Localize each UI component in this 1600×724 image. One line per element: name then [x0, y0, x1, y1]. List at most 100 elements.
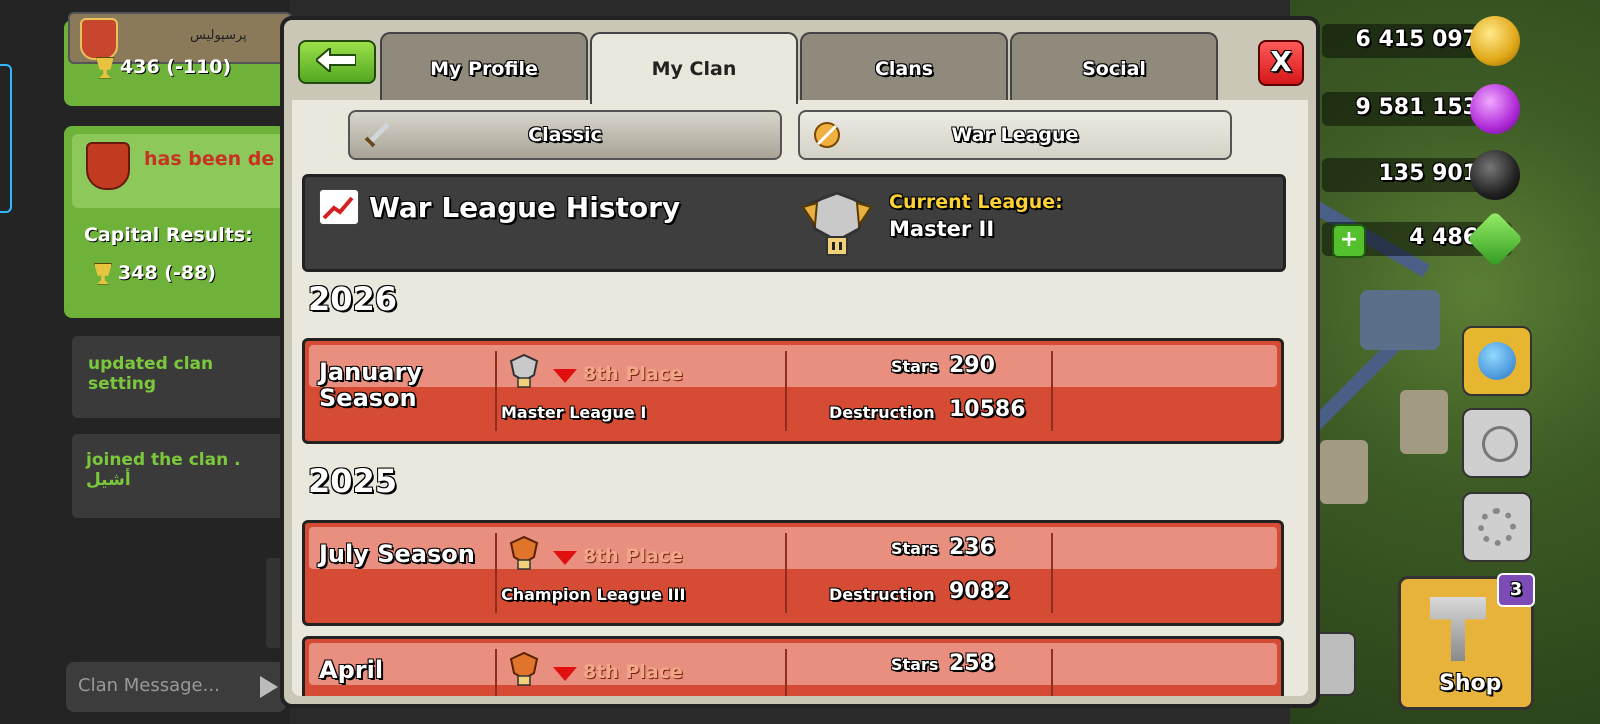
season-name: April — [319, 656, 384, 684]
gem-icon — [1466, 210, 1524, 268]
clan-chat-panel: پرسپولیس 436 (-110) has been de Capital … — [0, 0, 292, 724]
edit-layout-button[interactable] — [1462, 408, 1532, 478]
subtab-war-league[interactable]: War League — [798, 110, 1232, 160]
tab-label: Clans — [874, 58, 934, 80]
subtab-classic[interactable]: Classic — [348, 110, 782, 160]
chat-message-joined: joined the clan . أشيل — [72, 434, 286, 518]
war-league-history-header: War League History Current League: Maste… — [302, 174, 1286, 272]
rank-down-icon — [553, 551, 577, 565]
clan-building — [1360, 290, 1440, 350]
shop-button[interactable]: Shop 3 — [1398, 573, 1535, 710]
season-league: Champion League III — [501, 585, 686, 604]
current-league-value: Master II — [889, 217, 995, 241]
clan-dialog: My Profile My Clan Clans Social X Classi… — [280, 16, 1320, 708]
add-gems-button[interactable]: + — [1332, 224, 1366, 258]
destruction-value: 9082 — [949, 579, 1011, 604]
tab-label: Social — [1082, 58, 1146, 80]
shop-label: Shop — [1439, 671, 1502, 696]
globe-icon — [1478, 342, 1516, 380]
rank-down-icon — [553, 369, 577, 383]
tower-building — [1400, 390, 1448, 454]
back-button[interactable] — [298, 40, 376, 84]
trophy-result: 436 (-110) — [96, 56, 231, 79]
tab-my-profile[interactable]: My Profile — [380, 32, 588, 100]
chart-trend-icon — [319, 189, 359, 225]
tower-building — [1320, 440, 1368, 504]
divider — [785, 649, 787, 696]
elixir-bar: 9 581 153 — [1322, 84, 1520, 134]
divider — [1051, 649, 1053, 696]
dark-elixir-bar: 135 901 — [1322, 150, 1520, 200]
tab-label: My Profile — [430, 58, 538, 80]
divider — [785, 351, 787, 431]
destruction-label: Destruction — [829, 403, 935, 422]
master-league-badge-icon — [801, 191, 873, 256]
trophy-icon — [96, 56, 114, 79]
chat-card-capital: has been de Capital Results: 348 (-88) — [64, 126, 286, 318]
divider — [1051, 533, 1053, 613]
stars-label: Stars — [891, 539, 939, 558]
season-name: January Season — [319, 358, 422, 412]
destruction-value: 10586 — [949, 397, 1026, 422]
season-row[interactable]: July Season 8th Place Champion League II… — [302, 520, 1284, 626]
gold-coin-icon — [1470, 16, 1520, 66]
capital-trophy-icon — [94, 262, 112, 285]
subtab-war-league-label: War League — [951, 124, 1079, 146]
season-row[interactable]: April 8th Place Stars 258 — [302, 636, 1284, 696]
rank-down-icon — [553, 667, 577, 681]
clan-message-input[interactable]: Clan Message... — [66, 662, 286, 712]
season-place: 8th Place — [583, 545, 683, 567]
global-chat-button[interactable] — [1462, 326, 1532, 396]
stars-value: 236 — [949, 535, 995, 560]
elixir-drop-icon — [1470, 84, 1520, 134]
destruction-label: Destruction — [829, 585, 935, 604]
divider — [785, 533, 787, 613]
stars-label: Stars — [891, 655, 939, 674]
tab-my-clan[interactable]: My Clan — [590, 32, 798, 104]
year-heading: 2026 — [308, 280, 398, 318]
settings-button[interactable] — [1462, 492, 1532, 562]
capital-results-label: Capital Results: — [84, 224, 253, 246]
tab-social[interactable]: Social — [1010, 32, 1218, 100]
stars-value: 258 — [949, 651, 995, 676]
stars-label: Stars — [891, 357, 939, 376]
subtab-classic-label: Classic — [528, 124, 602, 146]
war-league-history-title: War League History — [369, 191, 681, 224]
gold-amount: 6 415 097 — [1355, 27, 1478, 52]
tab-label: My Clan — [651, 58, 737, 80]
chat-message-text: updated clan setting — [88, 354, 214, 394]
chat-message-text: joined the clan . أشيل — [86, 450, 241, 490]
close-button[interactable]: X — [1258, 40, 1304, 86]
send-icon[interactable] — [260, 676, 278, 698]
gear-icon — [1478, 508, 1516, 546]
master-league-icon — [509, 353, 539, 388]
fire-badge-icon — [86, 142, 130, 190]
year-heading: 2025 — [308, 462, 398, 500]
champion-league-icon — [509, 535, 539, 570]
season-place: 8th Place — [583, 661, 683, 683]
elixir-amount: 9 581 153 — [1355, 95, 1478, 120]
chat-edge-handle[interactable] — [0, 64, 12, 213]
shop-badge: 3 — [1497, 573, 1535, 607]
tab-clans[interactable]: Clans — [800, 32, 1008, 100]
divider — [495, 649, 497, 696]
gems-bar: + 4 486 — [1322, 210, 1524, 268]
chat-message-settings: updated clan setting — [72, 336, 286, 418]
clan-badge-icon — [80, 18, 118, 60]
close-icon: X — [1270, 45, 1292, 78]
capital-event-text: has been de — [144, 148, 275, 170]
current-league-label: Current League: — [889, 191, 1063, 213]
gems-amount: 4 486 — [1409, 225, 1478, 250]
season-row[interactable]: January Season 8th Place Master League I… — [302, 338, 1284, 444]
war-league-content[interactable]: Classic War League War League History Cu… — [292, 100, 1308, 696]
clan-message-placeholder: Clan Message... — [78, 675, 220, 696]
gold-bar: 6 415 097 — [1322, 16, 1520, 66]
season-league: Master League I — [501, 403, 647, 422]
dark-elixir-drop-icon — [1470, 150, 1520, 200]
divider — [495, 351, 497, 431]
back-arrow-icon — [316, 48, 356, 72]
season-name: July Season — [319, 540, 475, 568]
capital-result: 348 (-88) — [94, 262, 216, 285]
dark-elixir-amount: 135 901 — [1378, 161, 1478, 186]
divider — [1051, 351, 1053, 431]
